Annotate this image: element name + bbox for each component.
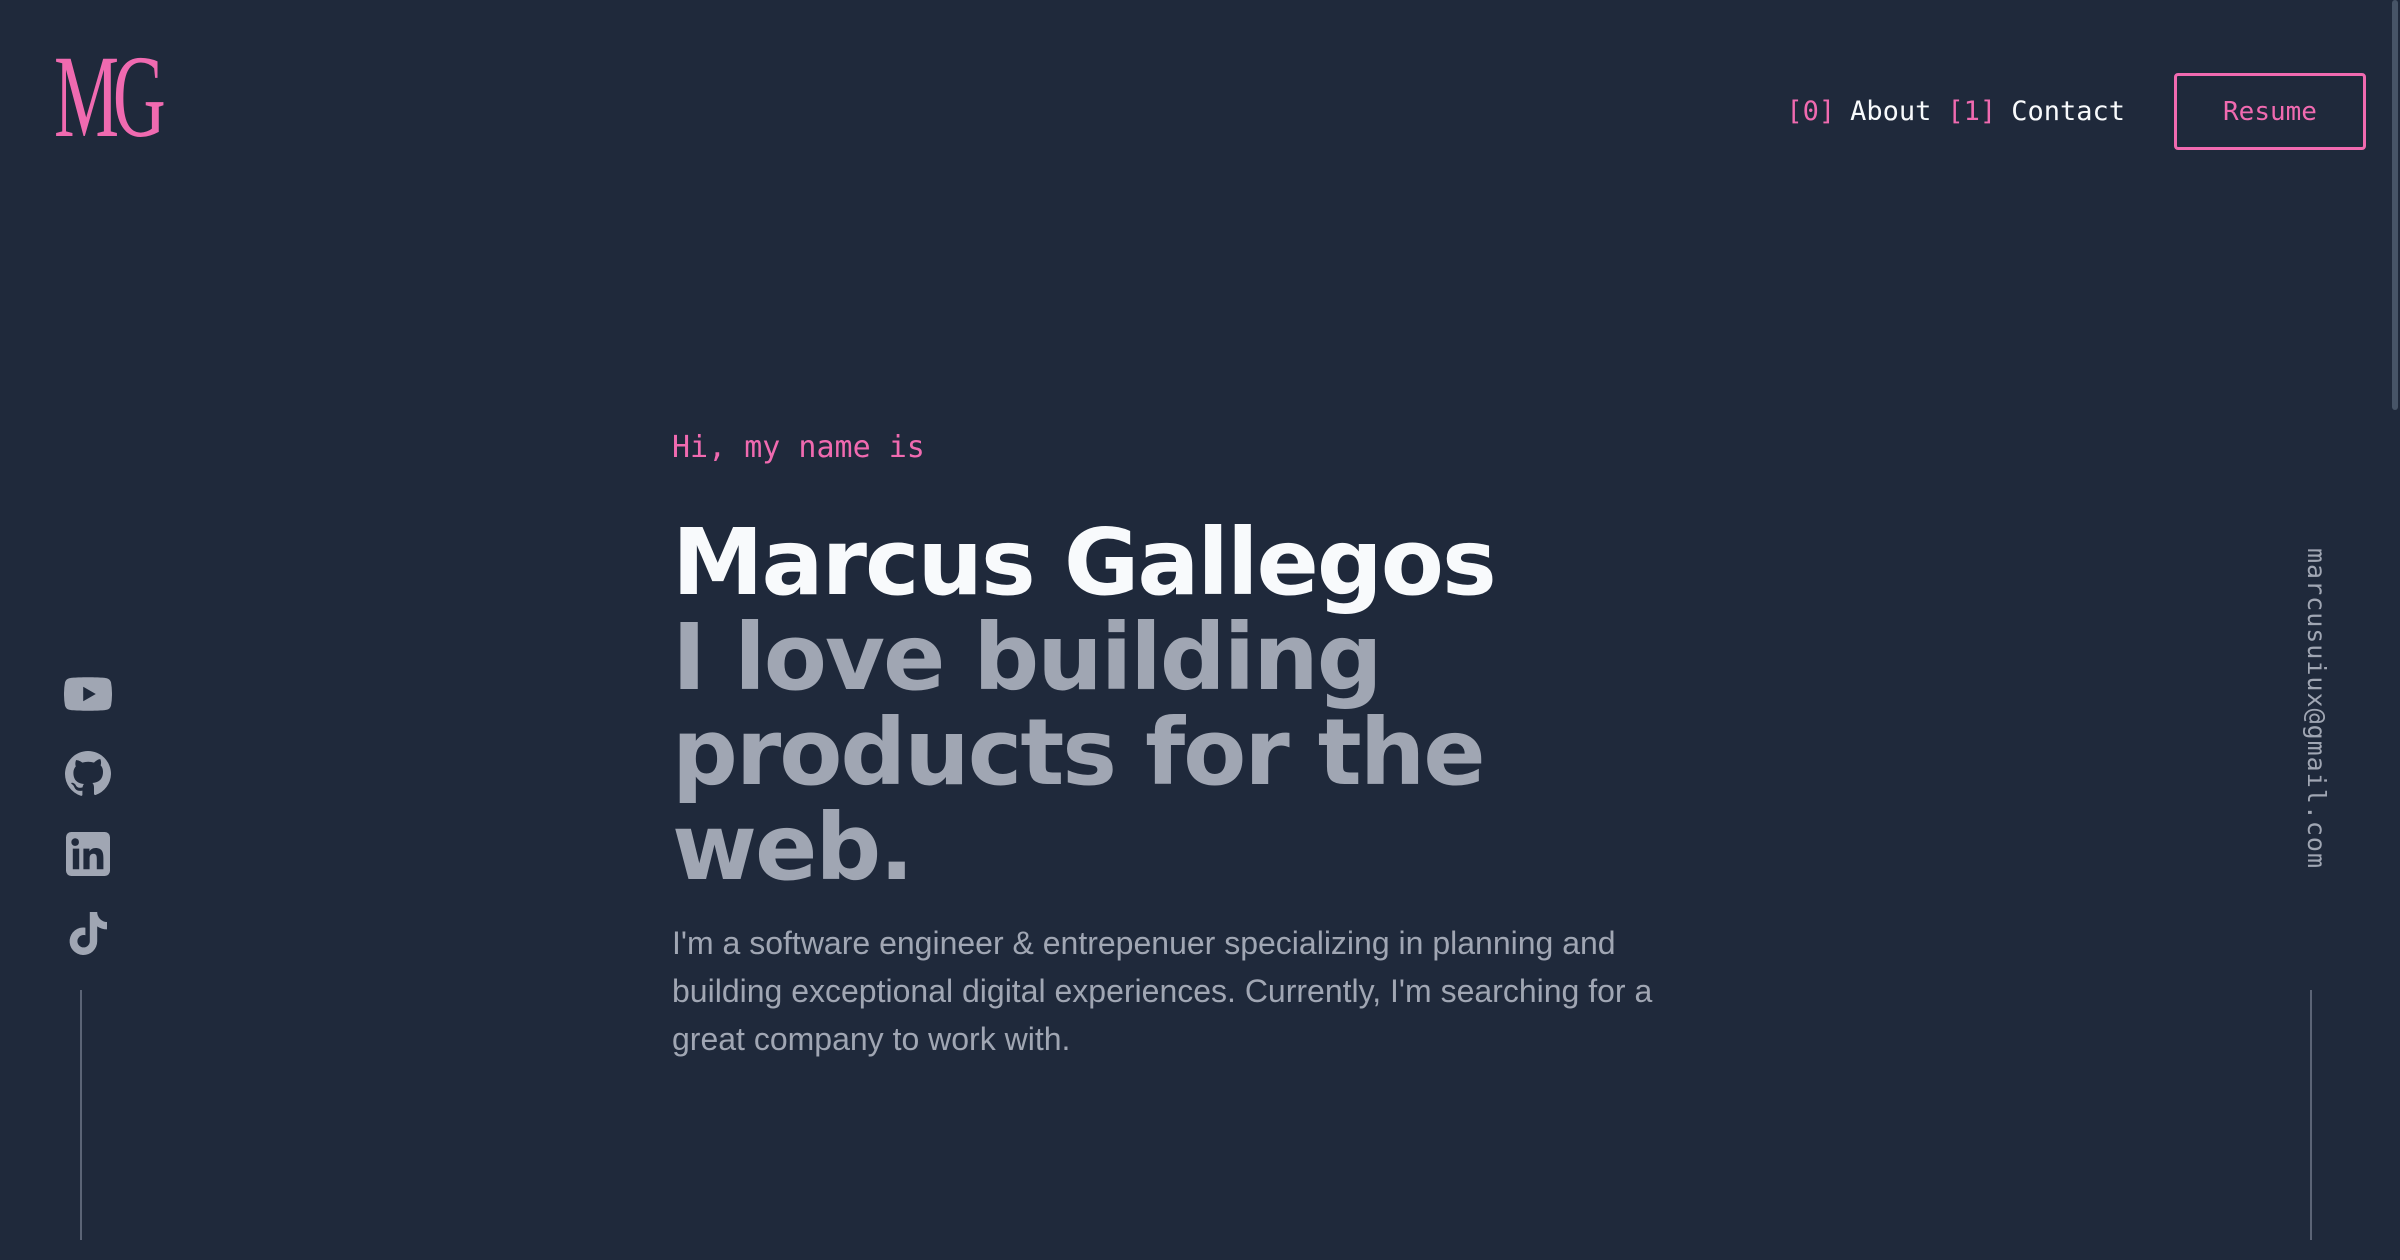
social-rail-line <box>80 990 82 1240</box>
hero-bio: I'm a software engineer & entrepenuer sp… <box>672 925 1653 1057</box>
page: MG [0] About [1] Contact Resume Hi, my n… <box>0 0 2400 1260</box>
hero-tagline-line2: products for the web. <box>672 699 1486 901</box>
hero-name: Marcus Gallegos <box>672 509 1497 616</box>
nav-item-contact[interactable]: [1] Contact <box>1947 96 2125 127</box>
scrollbar-thumb[interactable] <box>2392 0 2398 410</box>
hero-tagline-line1: I love building <box>672 604 1383 711</box>
resume-button[interactable]: Resume <box>2174 73 2366 150</box>
github-link[interactable] <box>62 748 114 800</box>
tiktok-icon <box>69 912 107 956</box>
nav-item-about[interactable]: [0] About <box>1786 96 1931 127</box>
logo[interactable]: MG <box>54 38 166 156</box>
youtube-link[interactable] <box>62 668 114 720</box>
nav-index: [1] <box>1947 96 1997 127</box>
nav-index: [0] <box>1786 96 1836 127</box>
email-link[interactable]: marcusuiux@gmail.com <box>2302 548 2331 869</box>
top-nav: [0] About [1] Contact Resume <box>1786 73 2366 150</box>
social-links <box>62 668 114 988</box>
github-icon <box>65 751 111 796</box>
email-rail-line <box>2310 990 2312 1240</box>
hero-section: Hi, my name is Marcus Gallegos I love bu… <box>672 428 1692 1063</box>
linkedin-icon <box>66 832 110 876</box>
youtube-icon <box>64 677 112 711</box>
tiktok-link[interactable] <box>62 908 114 960</box>
greeting: Hi, my name is <box>672 430 925 465</box>
nav-label: About <box>1850 96 1932 127</box>
scrollbar[interactable] <box>2388 0 2400 1260</box>
nav-label: Contact <box>2011 96 2125 127</box>
linkedin-link[interactable] <box>62 828 114 880</box>
